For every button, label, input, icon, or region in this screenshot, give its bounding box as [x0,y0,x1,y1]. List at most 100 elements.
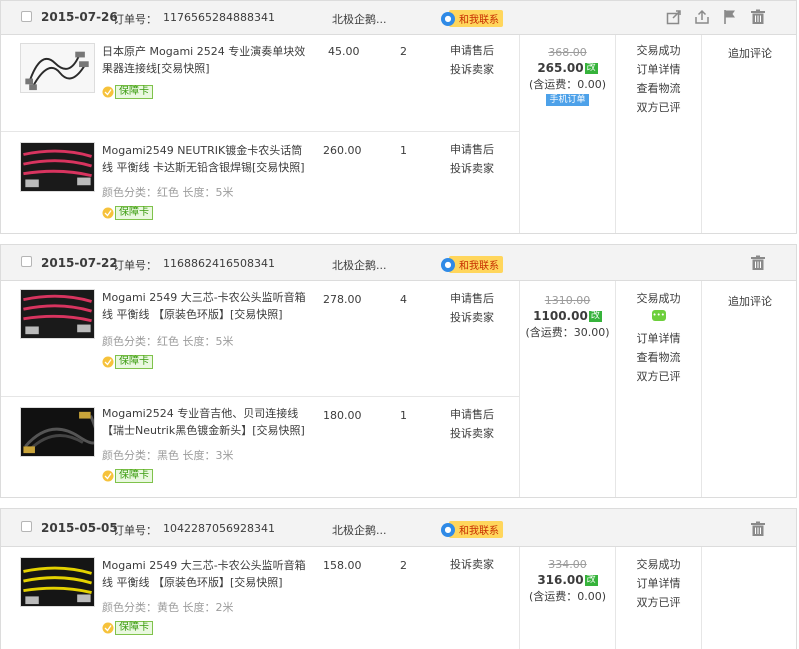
contact-seller-button[interactable]: ● 和我联系 [441,10,503,27]
order-card: 2015-05-05 订单号： 1042287056928341 北极企鹅...… [0,508,797,649]
order-header: 2015-07-22 订单号： 1168862416508341 北极企鹅...… [1,245,796,281]
order-date: 2015-07-22 [41,256,118,270]
shipping-fee: (含运费：0.00) [528,590,607,603]
order-number-label: 订单号： [113,13,157,26]
product-title[interactable]: Mogami2549 NEUTRIK镀金卡农头话筒线 平衡线 卡达斯无铅含银焊锡… [102,142,312,176]
order-actions [666,9,766,25]
product-sku: 颜色分类：红色 长度：5米 [102,186,234,199]
trash-icon[interactable] [750,9,766,25]
view-logistics-link[interactable]: 查看物流 [616,348,701,367]
guarantee-label: 保障卡 [115,469,153,483]
order-total: 334.00 316.00 改 (含运费：0.00) [520,557,615,604]
mobile-order-tag: 手机订单 [546,94,589,106]
guarantee-badge[interactable]: 保障卡 [102,621,153,635]
seller-name[interactable]: 北极企鹅... [332,11,387,27]
item-actions: 申请售后 投诉卖家 [450,140,494,178]
quantity: 2 [400,45,407,58]
product-thumbnail[interactable] [20,43,95,93]
order-select-checkbox[interactable] [21,11,32,22]
order-number-label: 订单号： [113,524,157,537]
guarantee-badge[interactable]: 保障卡 [102,206,153,220]
quantity: 2 [400,559,407,572]
contact-label: 和我联系 [449,10,503,27]
guarantee-badge[interactable]: 保障卡 [102,85,153,99]
review-status[interactable]: 双方已评 [616,98,701,117]
complain-seller-link[interactable]: 投诉卖家 [450,60,494,79]
order-header: 2015-07-26 订单号： 1176565284888341 北极企鹅...… [1,1,796,35]
complain-seller-link[interactable]: 投诉卖家 [450,555,494,574]
product-thumbnail[interactable] [20,142,95,192]
order-number: 1176565284888341 [163,11,275,24]
item-actions: 申请售后 投诉卖家 [450,41,494,79]
guarantee-badge[interactable]: 保障卡 [102,355,153,369]
trash-icon[interactable] [750,255,766,271]
order-detail-link[interactable]: 订单详情 [616,60,701,79]
order-status: 交易成功 订单详情 查看物流 双方已评 [616,41,701,117]
view-logistics-link[interactable]: 查看物流 [616,79,701,98]
product-title[interactable]: Mogami 2549 大三芯-卡农公头监听音箱线 平衡线 【原装色环版】[交易… [102,289,312,323]
complain-seller-link[interactable]: 投诉卖家 [450,159,494,178]
order-detail-link[interactable]: 订单详情 [616,574,701,593]
flag-icon[interactable] [722,9,738,25]
product-thumbnail[interactable] [20,407,95,457]
order-card: 2015-07-26 订单号： 1176565284888341 北极企鹅...… [0,0,797,234]
after-sale-link[interactable]: 申请售后 [450,41,494,60]
order-date: 2015-07-26 [41,10,118,24]
order-number: 1168862416508341 [163,257,275,270]
order-item: Mogami2524 专业音吉他、贝司连接线 【瑞士Neutrik黑色镀金新头】… [1,396,519,497]
review-status[interactable]: 双方已评 [616,593,701,612]
unit-price: 45.00 [328,45,360,58]
complain-seller-link[interactable]: 投诉卖家 [450,308,494,327]
upload-icon[interactable] [694,9,710,25]
seller-name[interactable]: 北极企鹅... [332,257,387,273]
wangwang-icon: ● [441,522,455,537]
chat-bubble-icon[interactable] [651,306,666,325]
wangwang-icon: ● [441,11,455,26]
complain-seller-link[interactable]: 投诉卖家 [450,424,494,443]
order-item: Mogami2549 NEUTRIK镀金卡农头话筒线 平衡线 卡达斯无铅含银焊锡… [1,131,519,233]
product-title[interactable]: Mogami2524 专业音吉他、贝司连接线 【瑞士Neutrik黑色镀金新头】… [102,405,317,439]
product-title[interactable]: 日本原产 Mogami 2524 专业演奏单块效果器连接线[交易快照] [102,43,312,77]
order-date: 2015-05-05 [41,521,118,535]
order-number: 1042287056928341 [163,522,275,535]
product-thumbnail[interactable] [20,557,95,607]
order-status: 交易成功 订单详情 双方已评 [616,555,701,612]
after-sale-link[interactable]: 申请售后 [450,289,494,308]
quantity: 1 [400,144,407,157]
price-modified-tag: 改 [584,575,598,586]
status-text: 交易成功 [636,44,681,57]
after-sale-link[interactable]: 申请售后 [450,140,494,159]
product-thumbnail[interactable] [20,289,95,339]
review-status[interactable]: 双方已评 [616,367,701,386]
order-detail-link[interactable]: 订单详情 [616,329,701,348]
contact-seller-button[interactable]: ● 和我联系 [441,256,503,273]
after-sale-link[interactable]: 申请售后 [450,405,494,424]
add-review-link[interactable]: 追加评论 [702,293,798,309]
guarantee-label: 保障卡 [115,85,153,99]
original-price: 368.00 [548,46,587,59]
order-select-checkbox[interactable] [21,521,32,532]
shield-icon [102,622,114,634]
item-actions: 投诉卖家 [450,555,494,574]
product-title[interactable]: Mogami 2549 大三芯-卡农公头监听音箱线 平衡线 【原装色环版】[交易… [102,557,312,591]
order-item: 日本原产 Mogami 2524 专业演奏单块效果器连接线[交易快照] 保障卡 … [1,35,519,131]
item-actions: 申请售后 投诉卖家 [450,405,494,443]
unit-price: 180.00 [323,409,362,422]
seller-name[interactable]: 北极企鹅... [332,522,387,538]
share-icon[interactable] [666,9,682,25]
shield-icon [102,207,114,219]
order-body: Mogami 2549 大三芯-卡农公头监听音箱线 平衡线 【原装色环版】[交易… [1,547,796,649]
trash-icon[interactable] [750,521,766,537]
guarantee-badge[interactable]: 保障卡 [102,469,153,483]
shield-icon [102,86,114,98]
order-select-checkbox[interactable] [21,256,32,267]
order-body: 日本原产 Mogami 2524 专业演奏单块效果器连接线[交易快照] 保障卡 … [1,35,796,233]
original-price: 1310.00 [544,294,591,307]
shipping-fee: (含运费：30.00) [525,326,610,339]
original-price: 334.00 [548,558,587,571]
add-review-link[interactable]: 追加评论 [702,45,798,61]
guarantee-label: 保障卡 [115,355,153,369]
order-actions [750,521,766,537]
order-total: 1310.00 1100.00 改 (含运费：30.00) [520,293,615,340]
contact-seller-button[interactable]: ● 和我联系 [441,521,503,538]
